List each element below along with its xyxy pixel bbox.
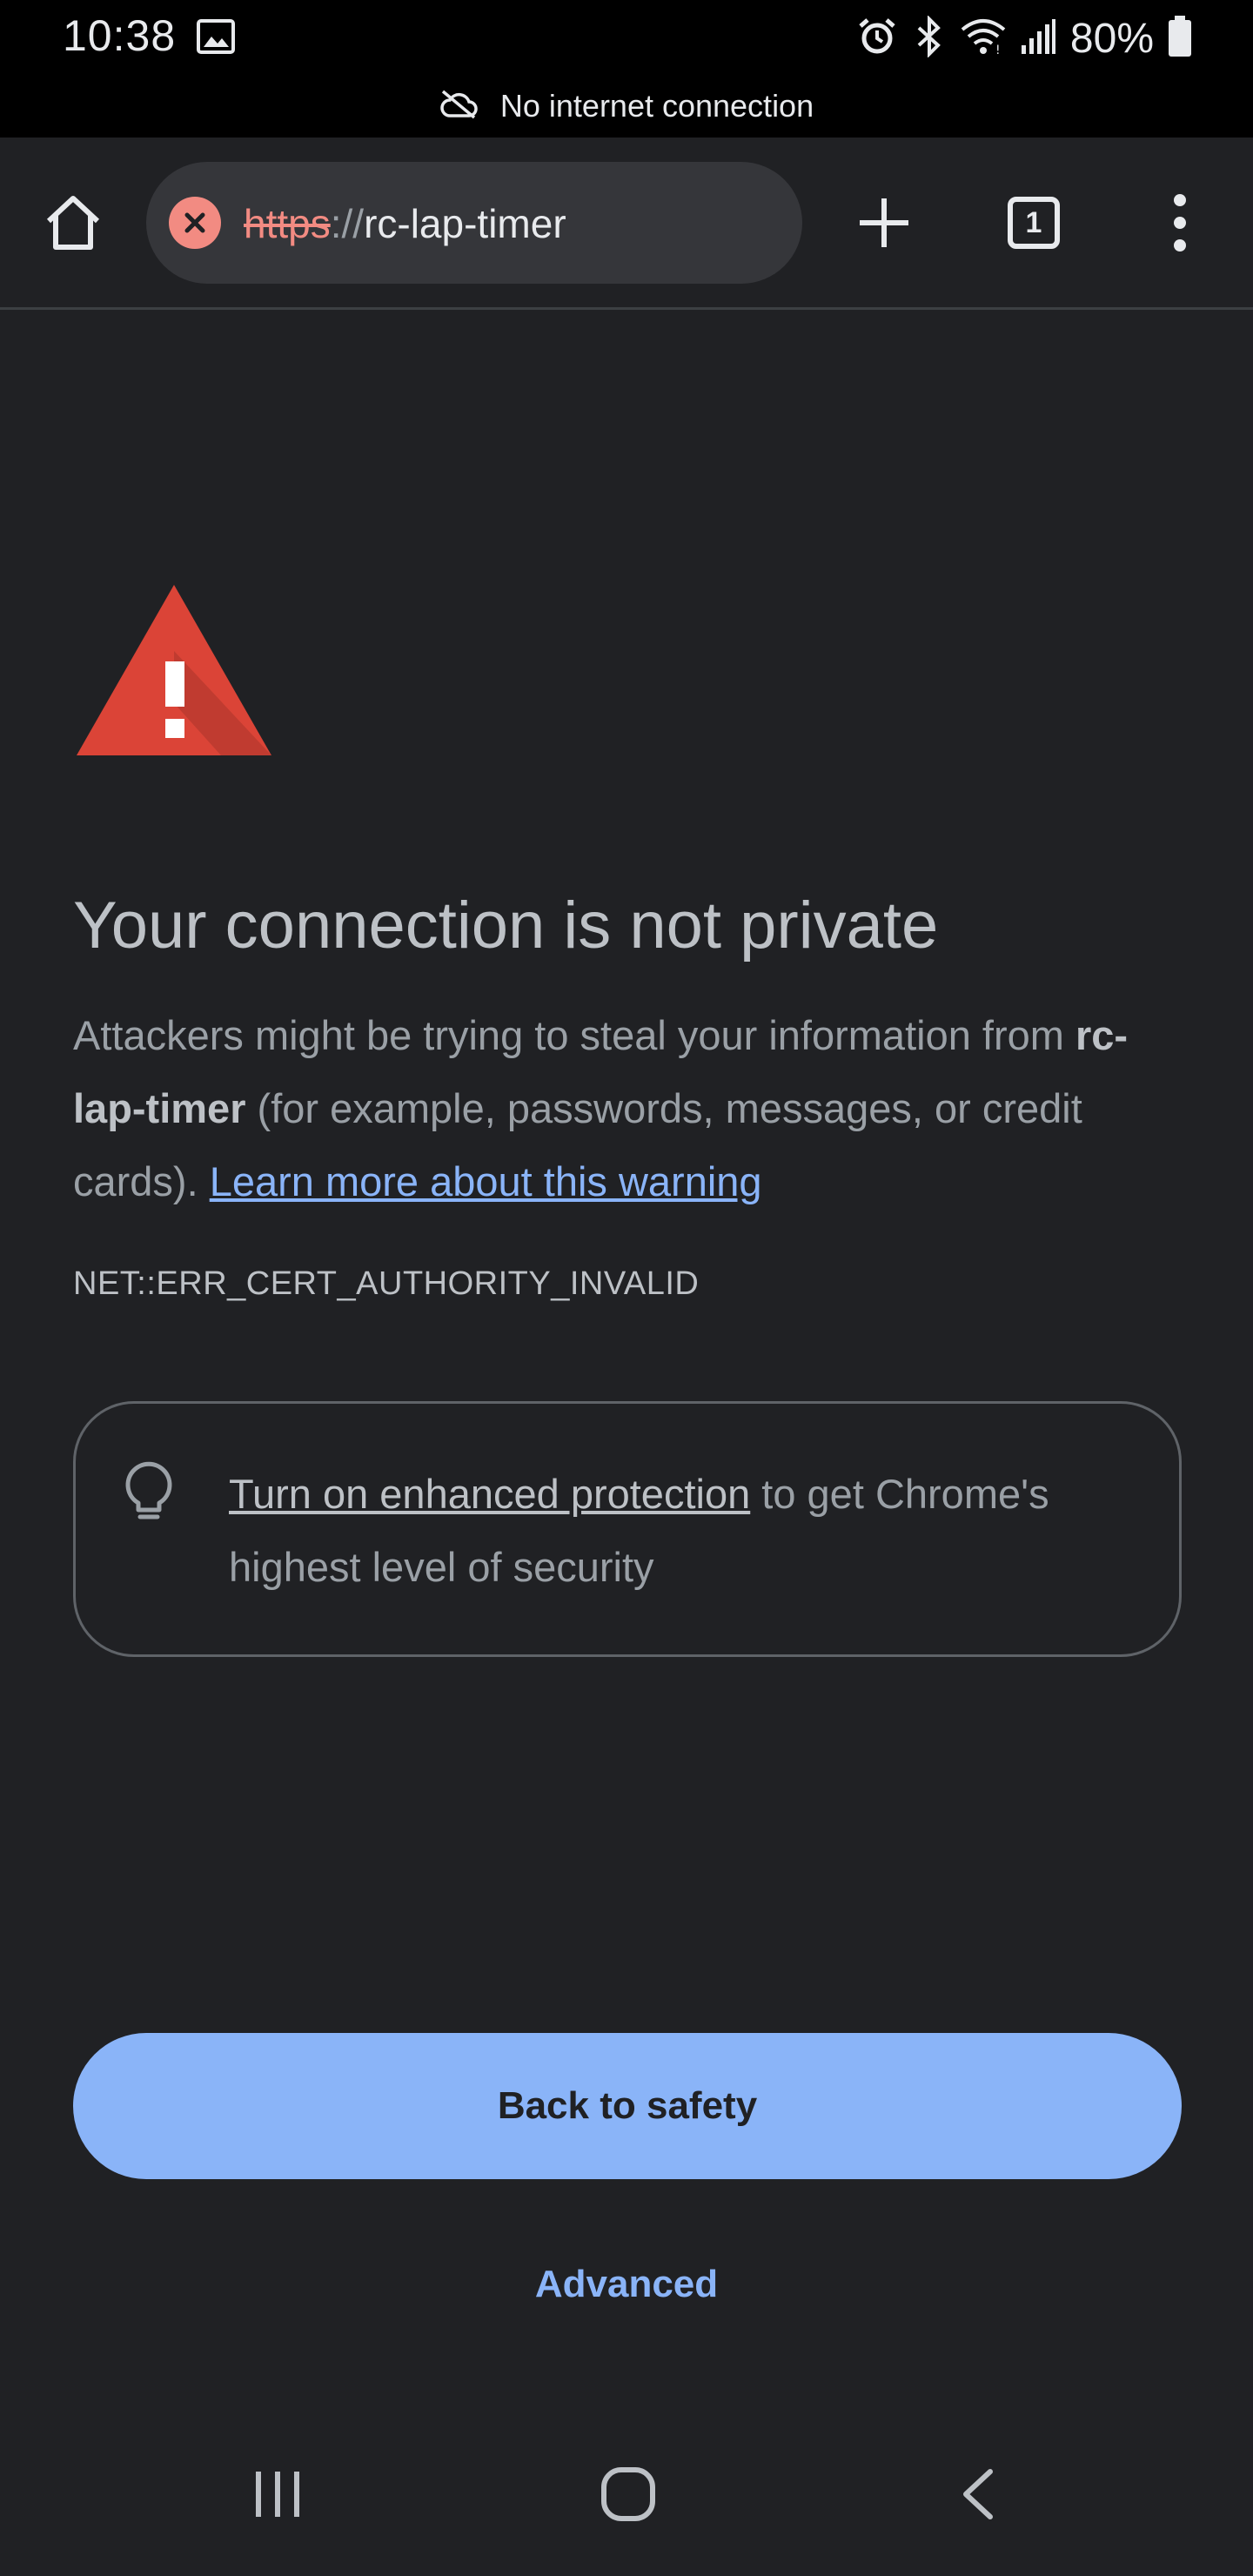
recent-apps-button[interactable] bbox=[252, 2468, 305, 2525]
tab-switcher-button[interactable]: 1 bbox=[1002, 191, 1065, 254]
status-icons: ! 80% bbox=[856, 12, 1192, 64]
wifi-icon: ! bbox=[961, 17, 1006, 60]
warning-triangle-icon bbox=[73, 581, 275, 763]
system-nav-bar bbox=[0, 2428, 1253, 2576]
tab-count: 1 bbox=[1008, 197, 1060, 249]
page-title: Your connection is not private bbox=[73, 889, 939, 963]
enhanced-protection-link[interactable]: Turn on enhanced protection bbox=[229, 1471, 750, 1517]
more-vert-icon bbox=[1174, 194, 1186, 252]
signal-icon bbox=[1020, 17, 1056, 60]
browser-toolbar: https://rc-lap-timer 1 bbox=[0, 138, 1253, 310]
back-to-safety-button[interactable]: Back to safety bbox=[73, 2033, 1182, 2179]
system-home-button[interactable] bbox=[600, 2466, 656, 2526]
cloud-off-icon bbox=[439, 90, 478, 124]
recent-apps-icon bbox=[256, 2472, 299, 2517]
not-secure-icon[interactable] bbox=[169, 197, 221, 249]
advanced-link[interactable]: Advanced bbox=[0, 2263, 1253, 2306]
offline-banner: No internet connection bbox=[0, 80, 1253, 132]
lightbulb-icon bbox=[124, 1459, 173, 1530]
bluetooth-icon bbox=[912, 14, 947, 62]
url-host: rc-lap-timer bbox=[364, 201, 566, 246]
battery-icon bbox=[1168, 15, 1192, 62]
status-bar: 10:38 ! 80% No internet connection bbox=[0, 0, 1253, 138]
alarm-icon bbox=[856, 16, 898, 62]
system-home-icon bbox=[601, 2467, 655, 2521]
svg-text:!: ! bbox=[995, 44, 1001, 56]
back-chevron-icon bbox=[963, 2469, 993, 2519]
home-icon bbox=[46, 196, 100, 250]
error-code: NET::ERR_CERT_AUTHORITY_INVALID bbox=[73, 1265, 700, 1302]
address-bar[interactable]: https://rc-lap-timer bbox=[146, 162, 802, 284]
menu-button[interactable] bbox=[1149, 188, 1211, 258]
battery-percent: 80% bbox=[1069, 15, 1154, 62]
warning-description: Attackers might be trying to steal your … bbox=[73, 999, 1196, 1218]
status-row: 10:38 ! 80% bbox=[0, 0, 1253, 78]
learn-more-link[interactable]: Learn more about this warning bbox=[210, 1158, 762, 1204]
gallery-icon bbox=[197, 19, 235, 58]
url-separator: :// bbox=[330, 201, 365, 246]
url-text[interactable]: https://rc-lap-timer bbox=[244, 200, 566, 247]
clock: 10:38 bbox=[63, 11, 177, 60]
plus-icon bbox=[860, 198, 908, 247]
system-back-button[interactable] bbox=[957, 2468, 999, 2525]
new-tab-button[interactable] bbox=[853, 191, 915, 254]
description-intro: Attackers might be trying to steal your … bbox=[73, 1012, 1075, 1058]
url-scheme: https bbox=[244, 201, 331, 246]
enhanced-protection-card: Turn on enhanced protection to get Chrom… bbox=[73, 1401, 1182, 1657]
home-button[interactable] bbox=[42, 191, 104, 254]
enhanced-protection-text: Turn on enhanced protection to get Chrom… bbox=[229, 1458, 1151, 1604]
offline-text: No internet connection bbox=[499, 88, 814, 124]
